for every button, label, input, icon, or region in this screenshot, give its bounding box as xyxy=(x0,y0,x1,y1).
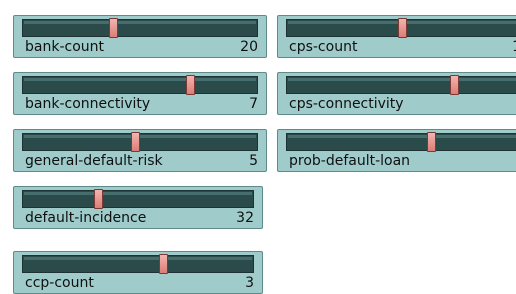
slider-thumb[interactable] xyxy=(186,75,196,95)
slider-label: bank-connectivity xyxy=(25,96,151,112)
slider-track[interactable] xyxy=(286,76,516,94)
slider-label: general-default-risk xyxy=(25,153,163,169)
slider-label: cps-count xyxy=(289,39,358,55)
slider-thumb[interactable] xyxy=(450,75,460,95)
slider-track[interactable] xyxy=(22,255,254,273)
slider-thumb[interactable] xyxy=(108,18,118,38)
slider-label: bank-count xyxy=(25,39,104,55)
slider-value: 20 xyxy=(240,39,258,55)
slider-thumb[interactable] xyxy=(93,189,103,209)
slider-thumb[interactable] xyxy=(131,132,141,152)
cps-count-slider[interactable]: cps-count 10 xyxy=(277,15,516,58)
ccp-count-slider[interactable]: ccp-count 3 xyxy=(13,251,263,294)
bank-count-slider[interactable]: bank-count 20 xyxy=(13,15,267,58)
slider-track[interactable] xyxy=(22,190,254,208)
default-incidence-slider[interactable]: default-incidence 32 xyxy=(13,186,263,229)
prob-default-loan-slider[interactable]: prob-default-loan 6 xyxy=(277,129,516,172)
slider-value: 32 xyxy=(236,210,254,226)
slider-value: 5 xyxy=(249,153,258,169)
slider-label: prob-default-loan xyxy=(289,153,411,169)
slider-thumb[interactable] xyxy=(397,18,407,38)
slider-track[interactable] xyxy=(22,76,258,94)
slider-label: default-incidence xyxy=(25,210,147,226)
slider-value: 3 xyxy=(245,275,254,291)
bank-connectivity-slider[interactable]: bank-connectivity 7 xyxy=(13,72,267,115)
slider-value: 10 xyxy=(512,39,516,55)
slider-label: cps-connectivity xyxy=(289,96,404,112)
slider-label: ccp-count xyxy=(25,275,94,291)
slider-track[interactable] xyxy=(286,133,516,151)
general-default-risk-slider[interactable]: general-default-risk 5 xyxy=(13,129,267,172)
slider-track[interactable] xyxy=(22,19,258,37)
slider-thumb[interactable] xyxy=(158,254,168,274)
slider-value: 7 xyxy=(249,96,258,112)
cps-connectivity-slider[interactable]: cps-connectivity 7 xyxy=(277,72,516,115)
slider-thumb[interactable] xyxy=(427,132,437,152)
